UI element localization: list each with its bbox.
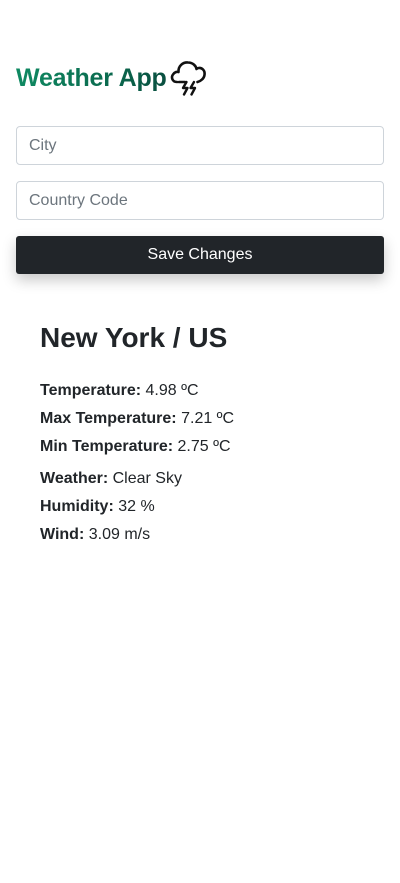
- humidity-row: Humidity: 32 %: [40, 493, 370, 521]
- humidity-label: Humidity:: [40, 498, 114, 515]
- wind-row: Wind: 3.09 m/s: [40, 521, 370, 549]
- thunderstorm-cloud-icon: [168, 55, 210, 99]
- weather-row: Weather: Clear Sky: [40, 465, 370, 493]
- min-temperature-row: Min Temperature: 2.75 ºC: [40, 433, 370, 461]
- country-code-input[interactable]: [16, 181, 384, 220]
- conditions-group: Weather: Clear Sky Humidity: 32 % Wind: …: [40, 465, 370, 549]
- city-input[interactable]: [16, 126, 384, 165]
- max-temperature-label: Max Temperature:: [40, 410, 177, 427]
- temperature-value: 4.98 ºC: [145, 382, 199, 399]
- app-header: Weather App: [16, 56, 210, 100]
- weather-value: Clear Sky: [112, 470, 182, 487]
- save-changes-button[interactable]: Save Changes: [16, 236, 384, 274]
- temperature-label: Temperature:: [40, 382, 142, 399]
- app-title: Weather App: [16, 56, 167, 100]
- min-temperature-label: Min Temperature:: [40, 438, 174, 455]
- wind-label: Wind:: [40, 526, 85, 543]
- location-title: New York / US: [40, 322, 228, 353]
- weather-label: Weather:: [40, 470, 109, 487]
- temperature-group: Temperature: 4.98 ºC Max Temperature: 7.…: [40, 377, 370, 461]
- wind-value: 3.09 m/s: [88, 526, 151, 543]
- max-temperature-row: Max Temperature: 7.21 ºC: [40, 405, 370, 433]
- humidity-value: 32 %: [118, 498, 155, 515]
- max-temperature-value: 7.21 ºC: [181, 410, 235, 427]
- temperature-row: Temperature: 4.98 ºC: [40, 377, 370, 405]
- weather-result: New York / US Temperature: 4.98 ºC Max T…: [40, 318, 370, 549]
- min-temperature-value: 2.75 ºC: [177, 438, 231, 455]
